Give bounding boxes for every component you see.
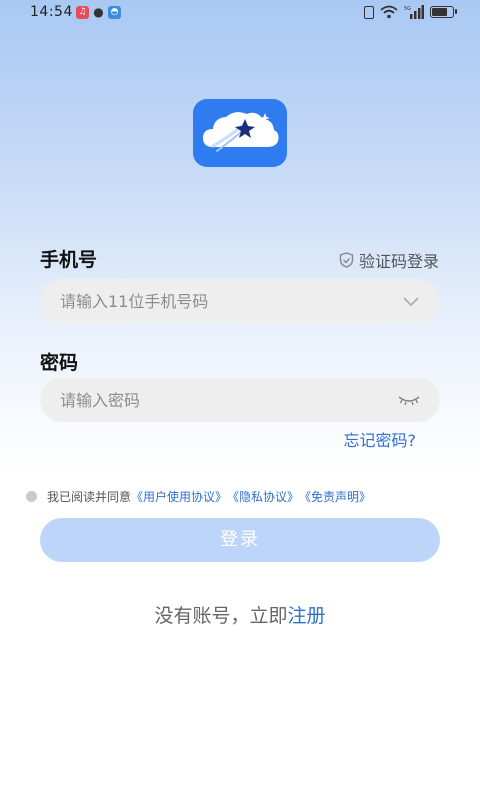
register-row: 没有账号，立即注册	[0, 601, 480, 628]
user-agreement-link[interactable]: 《用户使用协议》	[131, 488, 227, 505]
agreement-row: 我已阅读并同意 《用户使用协议》 《隐私协议》 《免责声明》	[26, 488, 371, 505]
login-button[interactable]: 登录	[40, 518, 440, 562]
forgot-password-link[interactable]: 忘记密码?	[344, 427, 417, 451]
status-bar: 14:54 ♫ ● ◓ 5G	[0, 0, 480, 26]
app-icon: ◓	[108, 6, 121, 19]
wifi-icon	[380, 5, 398, 19]
shield-icon	[339, 252, 354, 268]
agreement-prefix: 我已阅读并同意	[47, 490, 132, 504]
music-icon: ♫	[76, 6, 89, 19]
battery-icon	[430, 6, 457, 18]
eye-closed-icon[interactable]	[398, 391, 420, 409]
privacy-policy-link[interactable]: 《隐私协议》	[227, 488, 299, 505]
register-prompt: 没有账号，立即	[154, 605, 288, 627]
chat-icon: ●	[93, 5, 104, 19]
phone-label: 手机号	[40, 249, 98, 271]
disclaimer-link[interactable]: 《免责声明》	[299, 488, 371, 505]
cloud-star-logo-icon	[203, 112, 279, 152]
password-label: 密码	[40, 352, 79, 374]
signal-icon: 5G	[404, 5, 424, 19]
app-logo	[193, 99, 287, 167]
password-input[interactable]	[60, 378, 380, 422]
phone-input[interactable]	[60, 279, 380, 323]
vibrate-icon	[364, 5, 374, 19]
signal-label: 5G	[404, 6, 411, 12]
status-time: 14:54	[30, 4, 73, 20]
battery-level	[432, 8, 448, 16]
phone-field	[40, 279, 440, 323]
status-app-icons: ♫ ● ◓	[76, 6, 121, 19]
chevron-down-icon[interactable]	[402, 292, 420, 310]
password-field	[40, 378, 440, 422]
agreement-checkbox[interactable]	[26, 491, 37, 502]
register-link[interactable]: 注册	[288, 605, 326, 627]
sms-login-label: 验证码登录	[358, 252, 439, 271]
sms-login-link[interactable]: 验证码登录	[339, 248, 439, 272]
status-indicators: 5G	[364, 5, 457, 19]
